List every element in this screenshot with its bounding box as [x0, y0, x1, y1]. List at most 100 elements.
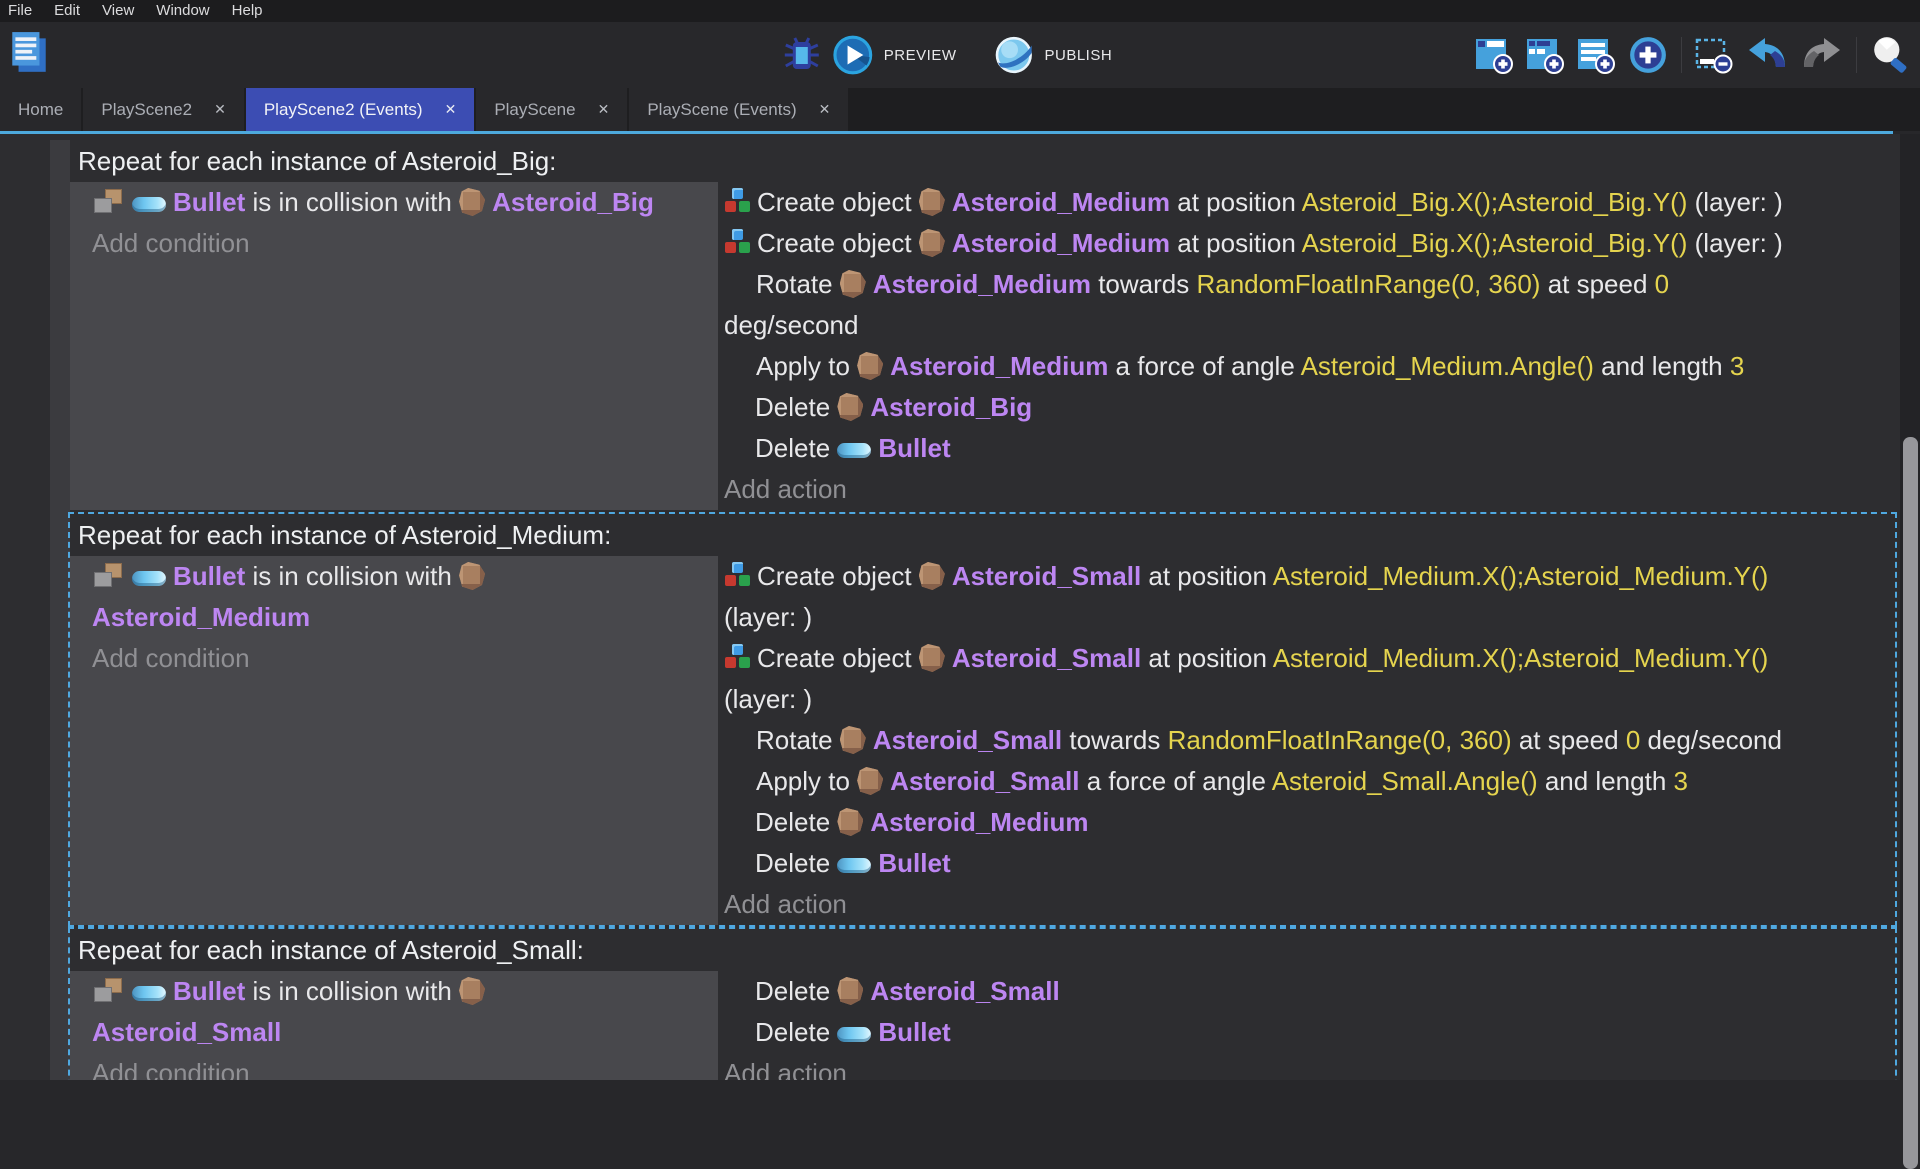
event-line: Apply to Asteroid_Medium a force of angl…: [724, 346, 1895, 387]
menu-item-file[interactable]: File: [8, 0, 43, 22]
plain-text: towards: [1091, 269, 1197, 299]
undo-icon[interactable]: [1746, 37, 1788, 73]
add-action-button[interactable]: Add action: [724, 469, 1895, 510]
action-row[interactable]: Create object Asteroid_Medium at positio…: [724, 223, 1895, 264]
expression: RandomFloatInRange(0, 360): [1168, 725, 1512, 755]
expression: Asteroid_Big.X();Asteroid_Big.Y(): [1302, 228, 1688, 258]
add-condition-button[interactable]: Add condition: [92, 223, 710, 264]
condition-row[interactable]: Bullet is in collision with Asteroid_Big: [92, 182, 710, 223]
menu-item-window[interactable]: Window: [145, 0, 220, 22]
event-line: Rotate Asteroid_Small towards RandomFloa…: [724, 720, 1895, 761]
redo-icon[interactable]: [1801, 37, 1843, 73]
tab-label: PlayScene2 (Events): [264, 100, 423, 120]
tab-close-icon[interactable]: ✕: [445, 101, 457, 118]
asteroid-sprite-icon: [919, 562, 945, 590]
object-name: Bullet: [878, 433, 950, 463]
add-subevent-icon[interactable]: [1526, 36, 1564, 74]
action-row[interactable]: Delete Bullet: [724, 1012, 1895, 1053]
preview-play-icon[interactable]: [832, 34, 874, 76]
menu-item-edit[interactable]: Edit: [43, 0, 91, 22]
menu-item-help[interactable]: Help: [221, 0, 274, 22]
plain-text: at speed: [1512, 725, 1626, 755]
menu-item-view[interactable]: View: [91, 0, 145, 22]
preview-label[interactable]: PREVIEW: [884, 47, 957, 64]
delete-selection-icon[interactable]: [1695, 36, 1733, 74]
search-icon[interactable]: [1870, 34, 1912, 76]
action-row[interactable]: Create object Asteroid_Small at position…: [724, 556, 1895, 638]
action-row[interactable]: Delete Asteroid_Small: [724, 971, 1895, 1012]
tab-close-icon[interactable]: ✕: [819, 101, 831, 118]
create-object-icon: [724, 229, 752, 256]
plain-text: Delete: [755, 1017, 837, 1047]
event-block[interactable]: Repeat for each instance of Asteroid_Sma…: [70, 929, 1895, 1080]
event-line: Create object Asteroid_Medium at positio…: [724, 182, 1895, 223]
vertical-scrollbar-thumb[interactable]: [1903, 437, 1918, 1169]
tab-close-icon[interactable]: ✕: [598, 101, 610, 118]
main-toolbar: PREVIEW PUBLISH: [0, 22, 1920, 88]
event-line: Bullet is in collision with Asteroid_Big: [92, 182, 710, 223]
plain-text: at position: [1170, 228, 1302, 258]
event-block[interactable]: Repeat for each instance of Asteroid_Big…: [70, 140, 1895, 510]
action-row[interactable]: Delete Bullet: [724, 428, 1895, 469]
plain-text: Create object: [757, 561, 919, 591]
expression: Asteroid_Medium.X();Asteroid_Medium.Y(): [1273, 561, 1769, 591]
debug-icon[interactable]: [782, 35, 822, 75]
tab-playscene2-events-[interactable]: PlayScene2 (Events) ✕: [246, 88, 474, 131]
tab-home[interactable]: Home: [0, 88, 81, 131]
event-block[interactable]: Repeat for each instance of Asteroid_Med…: [70, 514, 1895, 925]
object-name: Bullet: [173, 976, 245, 1006]
action-row[interactable]: Apply to Asteroid_Small a force of angle…: [724, 761, 1895, 802]
actions-column: Create object Asteroid_Small at position…: [718, 556, 1895, 925]
event-drag-handle-gutter[interactable]: [50, 140, 70, 1080]
action-row[interactable]: Apply to Asteroid_Medium a force of angl…: [724, 346, 1895, 387]
project-manager-icon[interactable]: [8, 30, 50, 76]
add-condition-button[interactable]: Add condition: [92, 638, 710, 679]
asteroid-sprite-icon: [840, 270, 866, 298]
object-name: Bullet: [878, 1017, 950, 1047]
action-row[interactable]: Delete Bullet: [724, 843, 1895, 884]
plain-text: Delete: [755, 392, 837, 422]
delete-icon: [724, 434, 751, 461]
action-row[interactable]: Rotate Asteroid_Medium towards RandomFlo…: [724, 264, 1895, 346]
action-row[interactable]: Rotate Asteroid_Small towards RandomFloa…: [724, 720, 1895, 761]
action-row[interactable]: Create object Asteroid_Small at position…: [724, 638, 1895, 720]
asteroid-sprite-icon: [857, 352, 883, 380]
plain-text: Apply to: [756, 766, 857, 796]
collision-icon: [92, 977, 124, 1004]
expression: 3: [1730, 351, 1744, 381]
plain-text: Rotate: [756, 725, 840, 755]
tab-playscene-events-[interactable]: PlayScene (Events)✕: [629, 88, 848, 131]
add-action-button[interactable]: Add action: [724, 884, 1895, 925]
asteroid-sprite-icon: [919, 229, 945, 257]
tab-playscene[interactable]: PlayScene✕: [476, 88, 627, 131]
action-row[interactable]: Create object Asteroid_Medium at positio…: [724, 182, 1895, 223]
bullet-sprite-icon: [132, 197, 166, 212]
bullet-sprite-icon: [132, 986, 166, 1001]
plain-text: is in collision with: [245, 976, 459, 1006]
plain-text: at speed: [1540, 269, 1654, 299]
condition-row[interactable]: Bullet is in collision with Asteroid_Med…: [92, 556, 710, 638]
tab-playscene2[interactable]: PlayScene2✕: [83, 88, 243, 131]
plain-text: (layer: ): [724, 684, 812, 714]
add-condition-button[interactable]: Add condition: [92, 1053, 710, 1080]
object-name: Asteroid_Big: [492, 187, 654, 217]
event-line: Delete Bullet: [724, 428, 1895, 469]
add-action-button[interactable]: Add action: [724, 1053, 1895, 1080]
add-comment-icon[interactable]: [1577, 36, 1615, 74]
tab-close-icon[interactable]: ✕: [214, 101, 226, 118]
asteroid-sprite-icon: [459, 977, 485, 1005]
plain-text: (layer: ): [724, 602, 812, 632]
event-line: Create object Asteroid_Small at position…: [724, 556, 1895, 597]
plain-text: deg/second: [1640, 725, 1782, 755]
vertical-scrollbar-track[interactable]: [1900, 134, 1920, 1080]
publish-planet-icon[interactable]: [992, 34, 1034, 76]
add-circle-icon[interactable]: [1628, 35, 1668, 75]
action-row[interactable]: Delete Asteroid_Big: [724, 387, 1895, 428]
condition-row[interactable]: Bullet is in collision with Asteroid_Sma…: [92, 971, 710, 1053]
bullet-sprite-icon: [837, 443, 871, 458]
event-body: Bullet is in collision with Asteroid_Sma…: [70, 971, 1895, 1080]
delete-icon: [724, 393, 751, 420]
action-row[interactable]: Delete Asteroid_Medium: [724, 802, 1895, 843]
add-event-icon[interactable]: [1475, 36, 1513, 74]
publish-label[interactable]: PUBLISH: [1044, 47, 1112, 64]
